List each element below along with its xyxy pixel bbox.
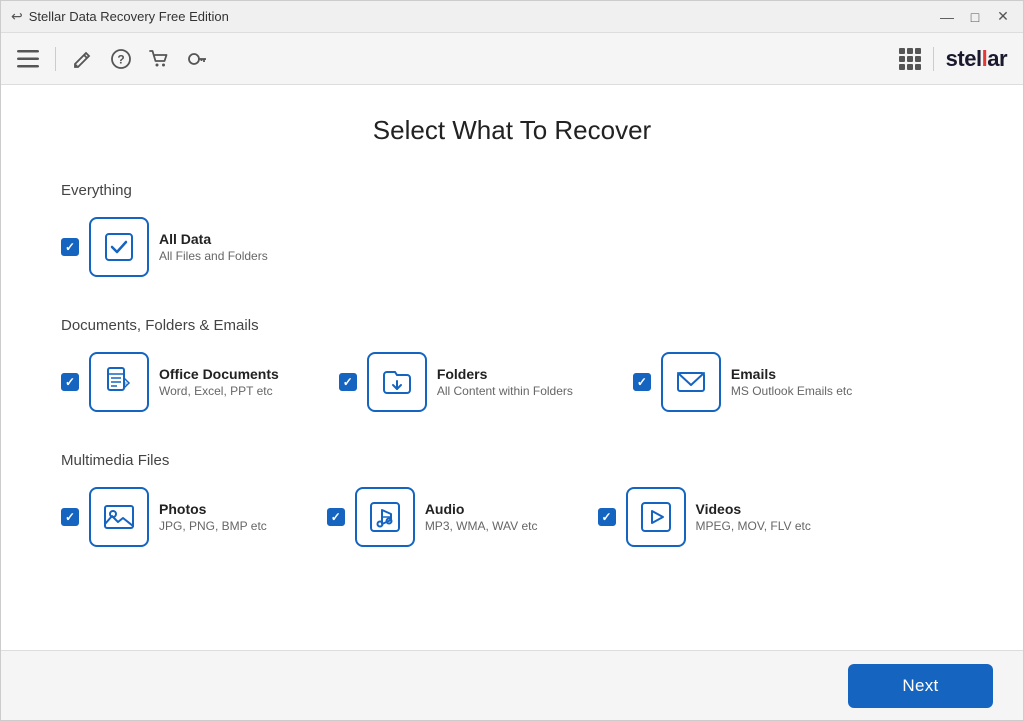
section-label-docs: Documents, Folders & Emails (61, 317, 963, 334)
close-button[interactable]: ✕ (993, 7, 1013, 27)
folders-icon (380, 365, 414, 399)
items-row-everything: ✓ All Data All Files and Folders (61, 217, 963, 277)
back-icon: ↩ (11, 8, 23, 25)
items-row-multimedia: ✓ Photos JPG, PNG, BMP etc ✓ (61, 487, 963, 547)
item-group-videos: ✓ Videos MPEG, MOV, FLV etc (598, 487, 811, 547)
cart-icon[interactable] (148, 48, 170, 70)
desc-emails: MS Outlook Emails etc (731, 384, 852, 398)
card-photos (89, 487, 149, 547)
info-photos: Photos JPG, PNG, BMP etc (159, 501, 267, 533)
item-group-folders: ✓ Folders All Content within Folders (339, 352, 573, 412)
name-audio: Audio (425, 501, 538, 517)
items-row-docs: ✓ ≡ Office Documents Word, Excel (61, 352, 963, 412)
maximize-button[interactable]: □ (965, 7, 985, 27)
toolbar-left: ? (17, 47, 208, 71)
desc-audio: MP3, WMA, WAV etc (425, 519, 538, 533)
title-bar-controls: — □ ✕ (937, 7, 1013, 27)
stellar-logo: stellar (946, 46, 1007, 72)
item-group-officedocs: ✓ ≡ Office Documents Word, Excel (61, 352, 279, 412)
section-multimedia: Multimedia Files ✓ Photos JPG, PNG, BMP … (61, 452, 963, 547)
desc-photos: JPG, PNG, BMP etc (159, 519, 267, 533)
checkbox-videos[interactable]: ✓ (598, 508, 616, 526)
card-folders (367, 352, 427, 412)
name-videos: Videos (696, 501, 811, 517)
svg-text:?: ? (117, 52, 124, 66)
emails-icon (674, 365, 708, 399)
toolbar: ? stellar (1, 33, 1023, 85)
desc-folders: All Content within Folders (437, 384, 573, 398)
name-photos: Photos (159, 501, 267, 517)
info-officedocs: Office Documents Word, Excel, PPT etc (159, 366, 279, 398)
name-alldata: All Data (159, 231, 268, 247)
card-videos (626, 487, 686, 547)
bottom-bar: Next (1, 650, 1023, 720)
desc-alldata: All Files and Folders (159, 249, 268, 263)
section-everything: Everything ✓ All Data All Files and Fold… (61, 182, 963, 277)
audio-icon: audio note (368, 500, 402, 534)
info-videos: Videos MPEG, MOV, FLV etc (696, 501, 811, 533)
checkbox-officedocs[interactable]: ✓ (61, 373, 79, 391)
desc-videos: MPEG, MOV, FLV etc (696, 519, 811, 533)
name-folders: Folders (437, 366, 573, 382)
info-folders: Folders All Content within Folders (437, 366, 573, 398)
pen-icon[interactable] (72, 48, 94, 70)
checkmark-emails: ✓ (637, 375, 647, 389)
menu-icon[interactable] (17, 50, 39, 68)
section-docs: Documents, Folders & Emails ✓ ≡ (61, 317, 963, 412)
info-emails: Emails MS Outlook Emails etc (731, 366, 852, 398)
toolbar-divider-2 (933, 47, 934, 71)
checkbox-audio[interactable]: ✓ (327, 508, 345, 526)
checkmark-folders: ✓ (343, 375, 353, 389)
section-label-everything: Everything (61, 182, 963, 199)
item-group-photos: ✓ Photos JPG, PNG, BMP etc (61, 487, 267, 547)
item-group-emails: ✓ Emails MS Outlook Emails etc (633, 352, 852, 412)
section-label-multimedia: Multimedia Files (61, 452, 963, 469)
main-content: Select What To Recover Everything ✓ All … (1, 85, 1023, 650)
title-bar-left: ↩ Stellar Data Recovery Free Edition (11, 8, 229, 25)
info-alldata: All Data All Files and Folders (159, 231, 268, 263)
checkbox-emails[interactable]: ✓ (633, 373, 651, 391)
checkbox-photos[interactable]: ✓ (61, 508, 79, 526)
checkmark-officedocs: ✓ (65, 375, 75, 389)
page-title: Select What To Recover (61, 115, 963, 146)
title-bar: ↩ Stellar Data Recovery Free Edition — □… (1, 1, 1023, 33)
info-audio: Audio MP3, WMA, WAV etc (425, 501, 538, 533)
desc-officedocs: Word, Excel, PPT etc (159, 384, 279, 398)
alldata-icon (102, 230, 136, 264)
name-officedocs: Office Documents (159, 366, 279, 382)
officedocs-icon: ≡ (102, 365, 136, 399)
name-emails: Emails (731, 366, 852, 382)
videos-icon (639, 500, 673, 534)
card-emails (661, 352, 721, 412)
card-audio: audio note (355, 487, 415, 547)
toolbar-right: stellar (899, 46, 1007, 72)
checkmark-videos: ✓ (601, 510, 611, 524)
checkbox-alldata[interactable]: ✓ (61, 238, 79, 256)
help-icon[interactable]: ? (110, 48, 132, 70)
apps-icon[interactable] (899, 48, 921, 70)
next-button[interactable]: Next (848, 664, 993, 708)
card-officedocs: ≡ (89, 352, 149, 412)
item-group-alldata: ✓ All Data All Files and Folders (61, 217, 268, 277)
item-group-audio: ✓ audio note Audio MP3, WMA, WAV etc (327, 487, 538, 547)
app-title: Stellar Data Recovery Free Edition (29, 9, 229, 24)
card-alldata (89, 217, 149, 277)
checkmark-alldata: ✓ (65, 240, 75, 254)
key-icon[interactable] (186, 48, 208, 70)
checkmark-photos: ✓ (65, 510, 75, 524)
checkbox-folders[interactable]: ✓ (339, 373, 357, 391)
photos-icon (102, 500, 136, 534)
svg-text:≡: ≡ (124, 381, 127, 387)
minimize-button[interactable]: — (937, 7, 957, 27)
checkmark-audio: ✓ (331, 510, 341, 524)
toolbar-divider (55, 47, 56, 71)
